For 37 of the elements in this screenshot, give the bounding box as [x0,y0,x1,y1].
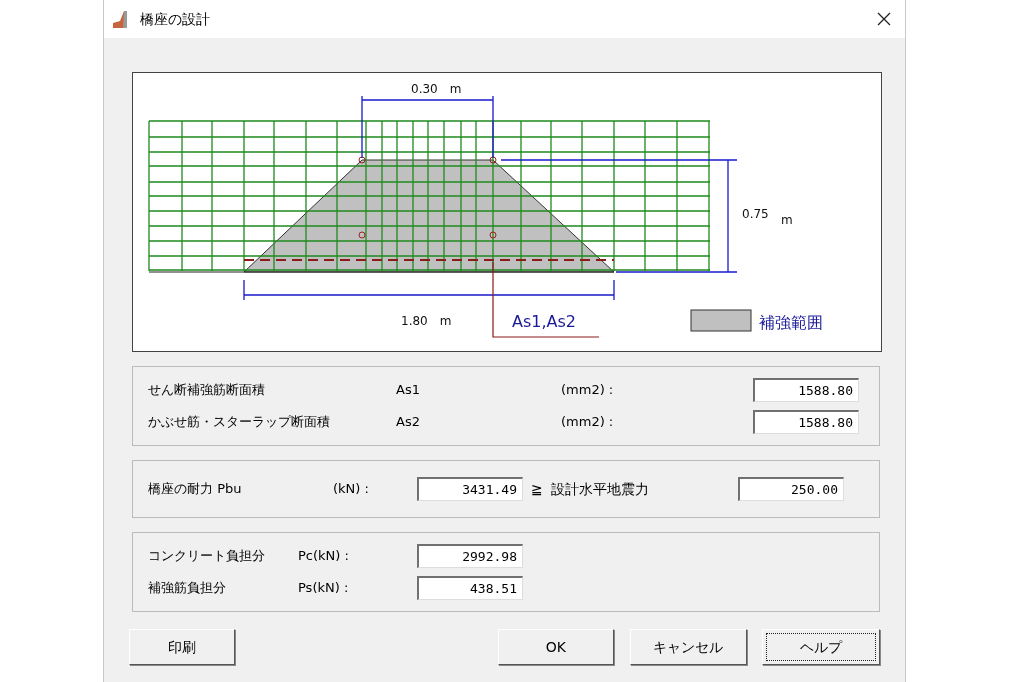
unit-label: (mm2) : [561,413,615,432]
value-field[interactable]: 1588.80 [753,378,859,402]
rebar-dot [489,231,497,239]
dimension-label: 1.80 m [401,314,452,328]
row-label: かぶせ筋・スターラップ断面積 [148,413,331,432]
rebar-dot [489,156,497,164]
unit-label: Pc(kN) : [298,547,350,566]
close-icon[interactable] [877,12,891,26]
dialog-button[interactable]: ヘルプ [761,629,880,665]
row-label: コンクリート負担分 [148,547,266,566]
symbol-label: As1 [396,381,421,400]
dialog-button[interactable]: キャンセル [630,629,747,665]
unit-label: (kN) : [333,480,370,499]
symbol-label: As2 [396,413,421,432]
row-label: 橋座の耐力 Pbu [148,480,243,499]
window-title: 橋座の設計 [140,9,210,29]
value-field[interactable]: 438.51 [417,576,523,600]
value-field[interactable]: 3431.49 [417,477,523,501]
unit-label: Ps(kN) : [298,579,350,598]
dimension-label: 0.75 [742,207,769,221]
value-field[interactable]: 2992.98 [417,544,523,568]
relation-symbol: ≧ [531,479,544,499]
rebar-dot [358,231,366,239]
legend-swatch [690,309,752,332]
unit-label: (mm2) : [561,381,615,400]
legend-label: 補強範囲 [759,313,823,332]
dialog-button[interactable]: 印刷 [129,629,235,665]
rebar-label: As1,As2 [512,312,576,331]
unit-label: m [781,213,793,227]
dimension-label: 0.30 m [411,82,462,96]
value-field[interactable]: 250.00 [738,477,844,501]
row-label: 設計水平地震力 [551,479,650,499]
dialog-button[interactable]: OK [497,629,614,665]
row-label: 補強筋負担分 [148,579,227,598]
rebar-dot [358,156,366,164]
value-field[interactable]: 1588.80 [753,410,859,434]
row-label: せん断補強筋断面積 [148,381,266,400]
